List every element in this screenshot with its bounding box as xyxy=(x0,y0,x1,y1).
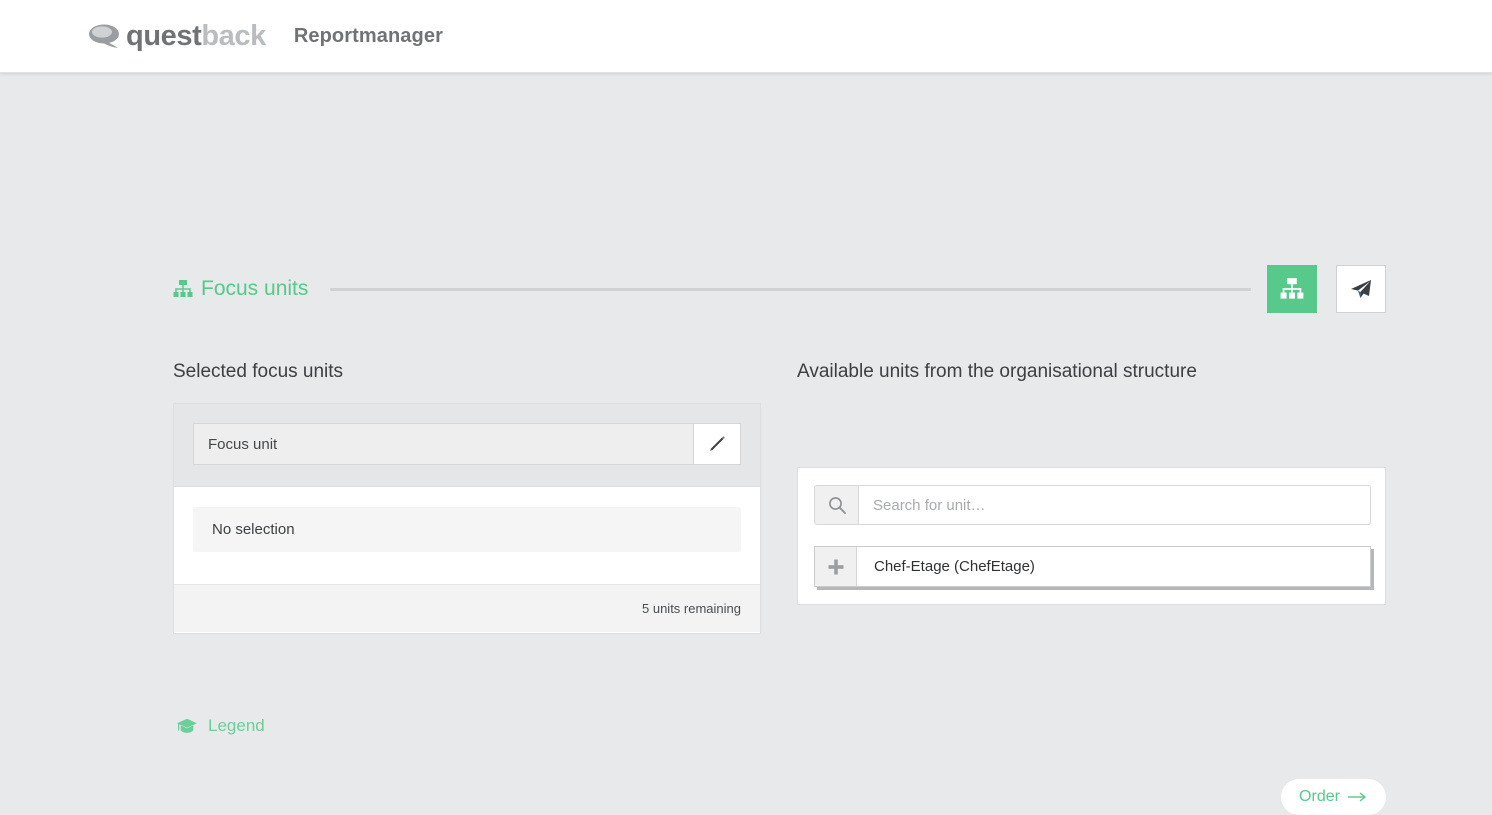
arrow-right-icon xyxy=(1347,791,1368,803)
search-row xyxy=(814,485,1371,525)
no-selection-row: No selection xyxy=(193,507,741,552)
pencil-icon xyxy=(710,436,725,451)
brand-word-primary: quest xyxy=(126,19,202,52)
focus-unit-field[interactable]: Focus unit xyxy=(193,423,693,465)
units-remaining-label: 5 units remaining xyxy=(642,601,741,616)
available-units-panel: Chef-Etage (ChefEtage) xyxy=(797,467,1386,605)
brand-wordmark: questback xyxy=(126,19,266,52)
sitemap-icon xyxy=(1280,278,1304,299)
expand-node-button[interactable] xyxy=(815,547,857,586)
app-header: questback Reportmanager xyxy=(0,0,1492,73)
sitemap-icon xyxy=(173,280,193,297)
units-remaining-footer: 5 units remaining xyxy=(174,584,760,632)
focus-unit-row: Focus unit xyxy=(193,423,741,465)
sitemap-view-button[interactable] xyxy=(1267,265,1317,313)
legend-label: Legend xyxy=(208,716,265,735)
edit-focus-unit-button[interactable] xyxy=(693,423,741,465)
section-divider-rule xyxy=(330,287,1251,291)
tree-item-label: Chef-Etage (ChefEtage) xyxy=(874,558,1035,575)
brand-word-secondary: back xyxy=(201,19,266,52)
panel-header: Focus unit xyxy=(174,404,760,487)
page-body: Focus units Selected focus units Availab… xyxy=(0,73,1492,815)
plus-icon xyxy=(828,559,843,574)
search-input[interactable] xyxy=(858,485,1371,525)
focus-units-section-header: Focus units xyxy=(173,264,1386,314)
selected-focus-units-panel: Focus unit No selection 5 units remainin… xyxy=(173,403,761,634)
paper-plane-icon xyxy=(1351,280,1371,298)
send-button[interactable] xyxy=(1336,265,1386,313)
legend-link[interactable]: Legend xyxy=(176,716,265,736)
section-title: Focus units xyxy=(201,277,309,300)
tree-item[interactable]: Chef-Etage (ChefEtage) xyxy=(814,546,1371,587)
app-title: Reportmanager xyxy=(293,24,443,47)
search-icon xyxy=(828,497,846,514)
order-button[interactable]: Order xyxy=(1281,779,1386,815)
selected-focus-units-heading: Selected focus units xyxy=(173,361,344,382)
order-button-label: Order xyxy=(1299,788,1340,805)
brand-logo: questback xyxy=(88,19,266,52)
speech-bubble-icon xyxy=(89,24,119,48)
search-icon-box xyxy=(814,485,858,525)
available-units-heading: Available units from the organisational … xyxy=(797,361,1197,382)
panel-body: No selection xyxy=(174,487,760,584)
graduation-cap-icon xyxy=(177,718,197,733)
